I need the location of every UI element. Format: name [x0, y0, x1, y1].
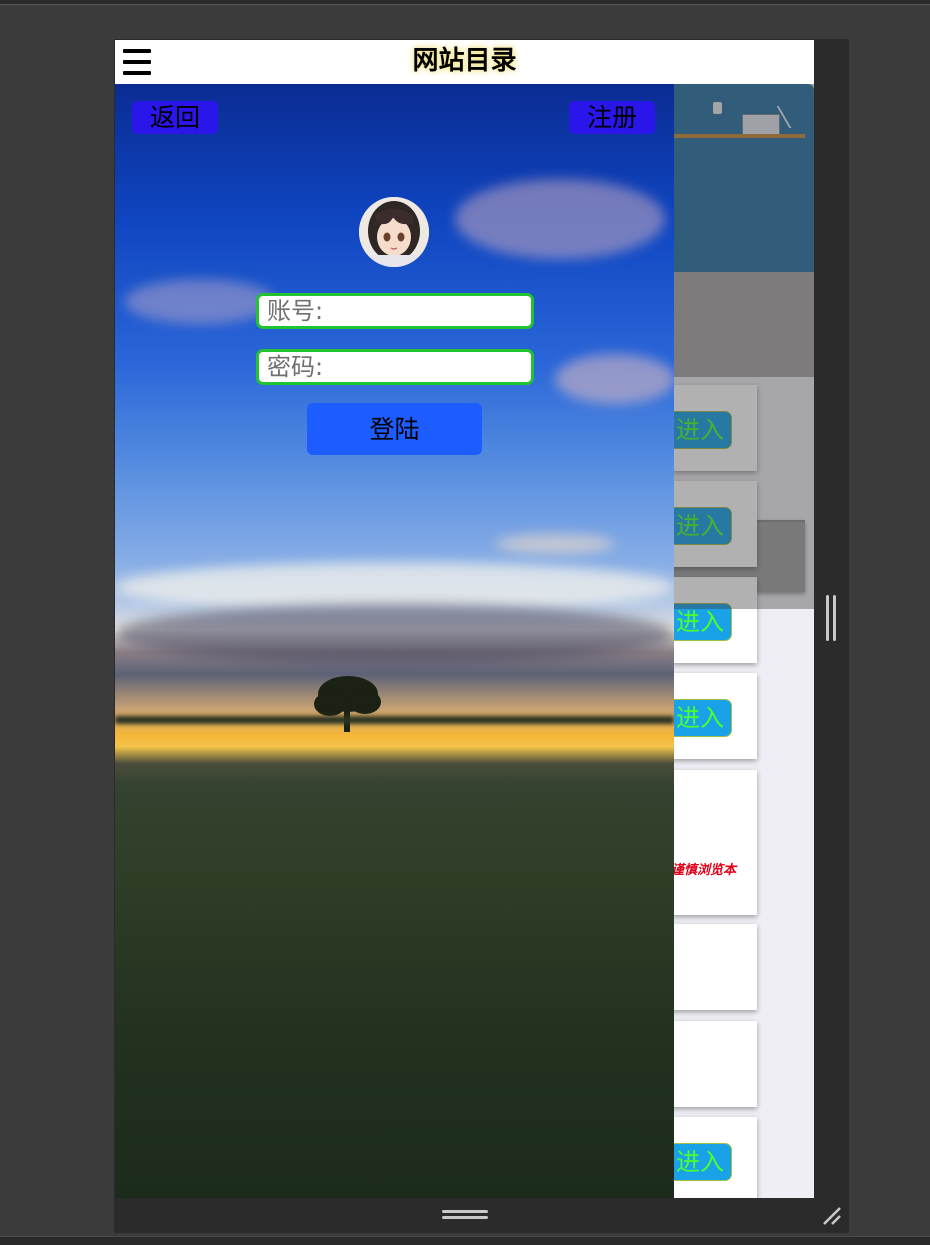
horizontal-resize-handle[interactable]	[442, 1210, 488, 1220]
back-button[interactable]: 返回	[132, 101, 218, 134]
password-input[interactable]	[267, 352, 522, 382]
account-field[interactable]	[256, 293, 534, 329]
device-frame: 网站目录 进入 进入 进入 进入 谨慎浏览本 进入 返回 注册 账号: 登陆	[114, 39, 849, 1233]
login-button[interactable]: 登陆	[307, 403, 482, 455]
page-title: 网站目录	[412, 46, 517, 76]
list-item	[671, 1021, 757, 1107]
register-button[interactable]: 注册	[569, 101, 655, 134]
window-top-edge	[0, 0, 930, 5]
page-header: 网站目录	[115, 40, 814, 85]
list-item	[671, 924, 757, 1010]
tree-silhouette	[314, 676, 381, 732]
warning-text: 谨慎浏览本	[671, 863, 737, 878]
vertical-resize-handle[interactable]	[826, 595, 836, 641]
enter-button[interactable]: 进入	[668, 1143, 732, 1181]
resize-corner-icon[interactable]	[821, 1205, 843, 1227]
list-item	[671, 770, 757, 915]
enter-button[interactable]: 进入	[668, 699, 732, 737]
password-field[interactable]	[256, 349, 534, 385]
account-input[interactable]	[267, 296, 522, 326]
login-drawer: 返回 注册 登陆	[115, 84, 674, 1198]
bottom-bar	[114, 1198, 849, 1233]
page-viewport: 网站目录 进入 进入 进入 进入 谨慎浏览本 进入 返回 注册 账号: 登陆	[115, 40, 814, 1198]
avatar	[359, 197, 429, 267]
